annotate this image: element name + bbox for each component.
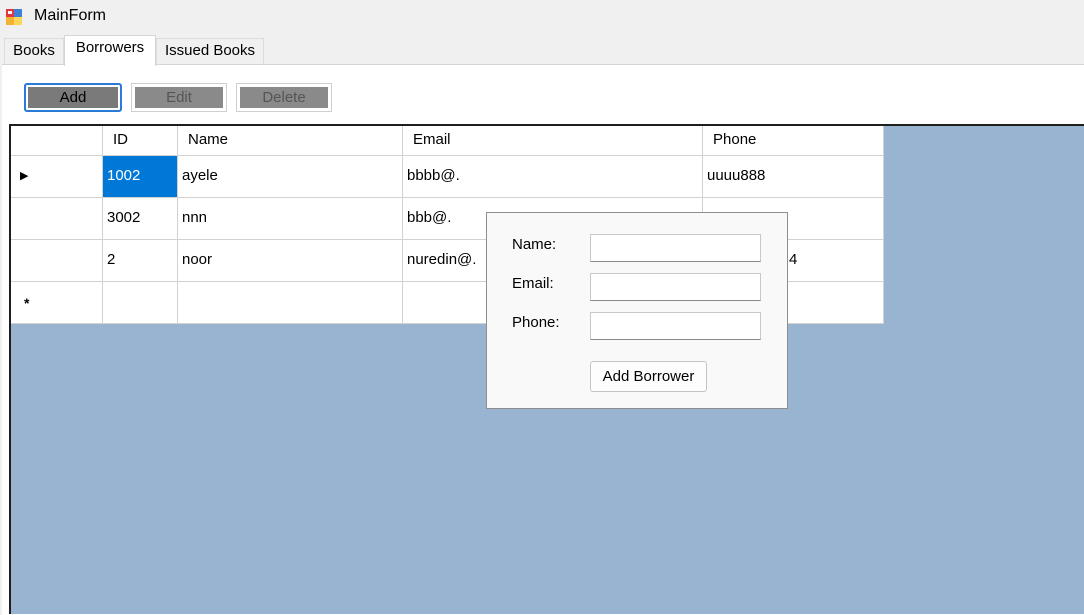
phone-label: Phone: xyxy=(512,314,560,331)
cell-name[interactable]: nnn xyxy=(178,198,403,240)
row-header[interactable] xyxy=(11,198,103,240)
tab-books[interactable]: Books xyxy=(4,38,64,64)
new-row-icon: * xyxy=(24,295,30,311)
add-button-label: Add xyxy=(28,87,118,108)
column-header-email[interactable]: Email xyxy=(403,126,703,156)
row-header[interactable]: ▶ xyxy=(11,156,103,198)
email-input[interactable] xyxy=(590,273,761,301)
new-row-header[interactable]: * xyxy=(11,282,103,324)
add-button[interactable]: Add xyxy=(24,83,122,112)
tab-issued-books[interactable]: Issued Books xyxy=(156,38,264,64)
delete-button-label: Delete xyxy=(240,87,328,108)
add-borrower-button[interactable]: Add Borrower xyxy=(590,361,707,392)
delete-button[interactable]: Delete xyxy=(236,83,332,112)
cell-id[interactable]: 3002 xyxy=(103,198,178,240)
window-title: MainForm xyxy=(34,7,107,24)
cell-id[interactable]: 1002 xyxy=(103,156,178,198)
cell-email[interactable]: bbbb@. xyxy=(403,156,703,198)
app-form-icon xyxy=(6,9,22,25)
column-header-phone[interactable]: Phone xyxy=(703,126,884,156)
cell-name[interactable]: ayele xyxy=(178,156,403,198)
edit-button-label: Edit xyxy=(135,87,223,108)
current-row-icon: ▶ xyxy=(20,170,29,182)
grid-corner-header[interactable] xyxy=(11,126,103,156)
new-cell-name[interactable] xyxy=(178,282,403,324)
column-header-name[interactable]: Name xyxy=(178,126,403,156)
name-input[interactable] xyxy=(590,234,761,262)
title-bar: MainForm xyxy=(0,0,1084,34)
add-borrower-form: Name: Email: Phone: Add Borrower xyxy=(486,212,788,409)
tab-strip: Books Borrowers Issued Books xyxy=(0,34,1084,66)
cell-phone[interactable]: uuuu888 xyxy=(703,156,884,198)
cell-name[interactable]: noor xyxy=(178,240,403,282)
column-header-id[interactable]: ID xyxy=(103,126,178,156)
tab-borrowers[interactable]: Borrowers xyxy=(64,35,156,66)
email-label: Email: xyxy=(512,275,554,292)
row-header[interactable] xyxy=(11,240,103,282)
phone-input[interactable] xyxy=(590,312,761,340)
name-label: Name: xyxy=(512,236,557,253)
cell-id[interactable]: 2 xyxy=(103,240,178,282)
new-cell-id[interactable] xyxy=(103,282,178,324)
edit-button[interactable]: Edit xyxy=(131,83,227,112)
